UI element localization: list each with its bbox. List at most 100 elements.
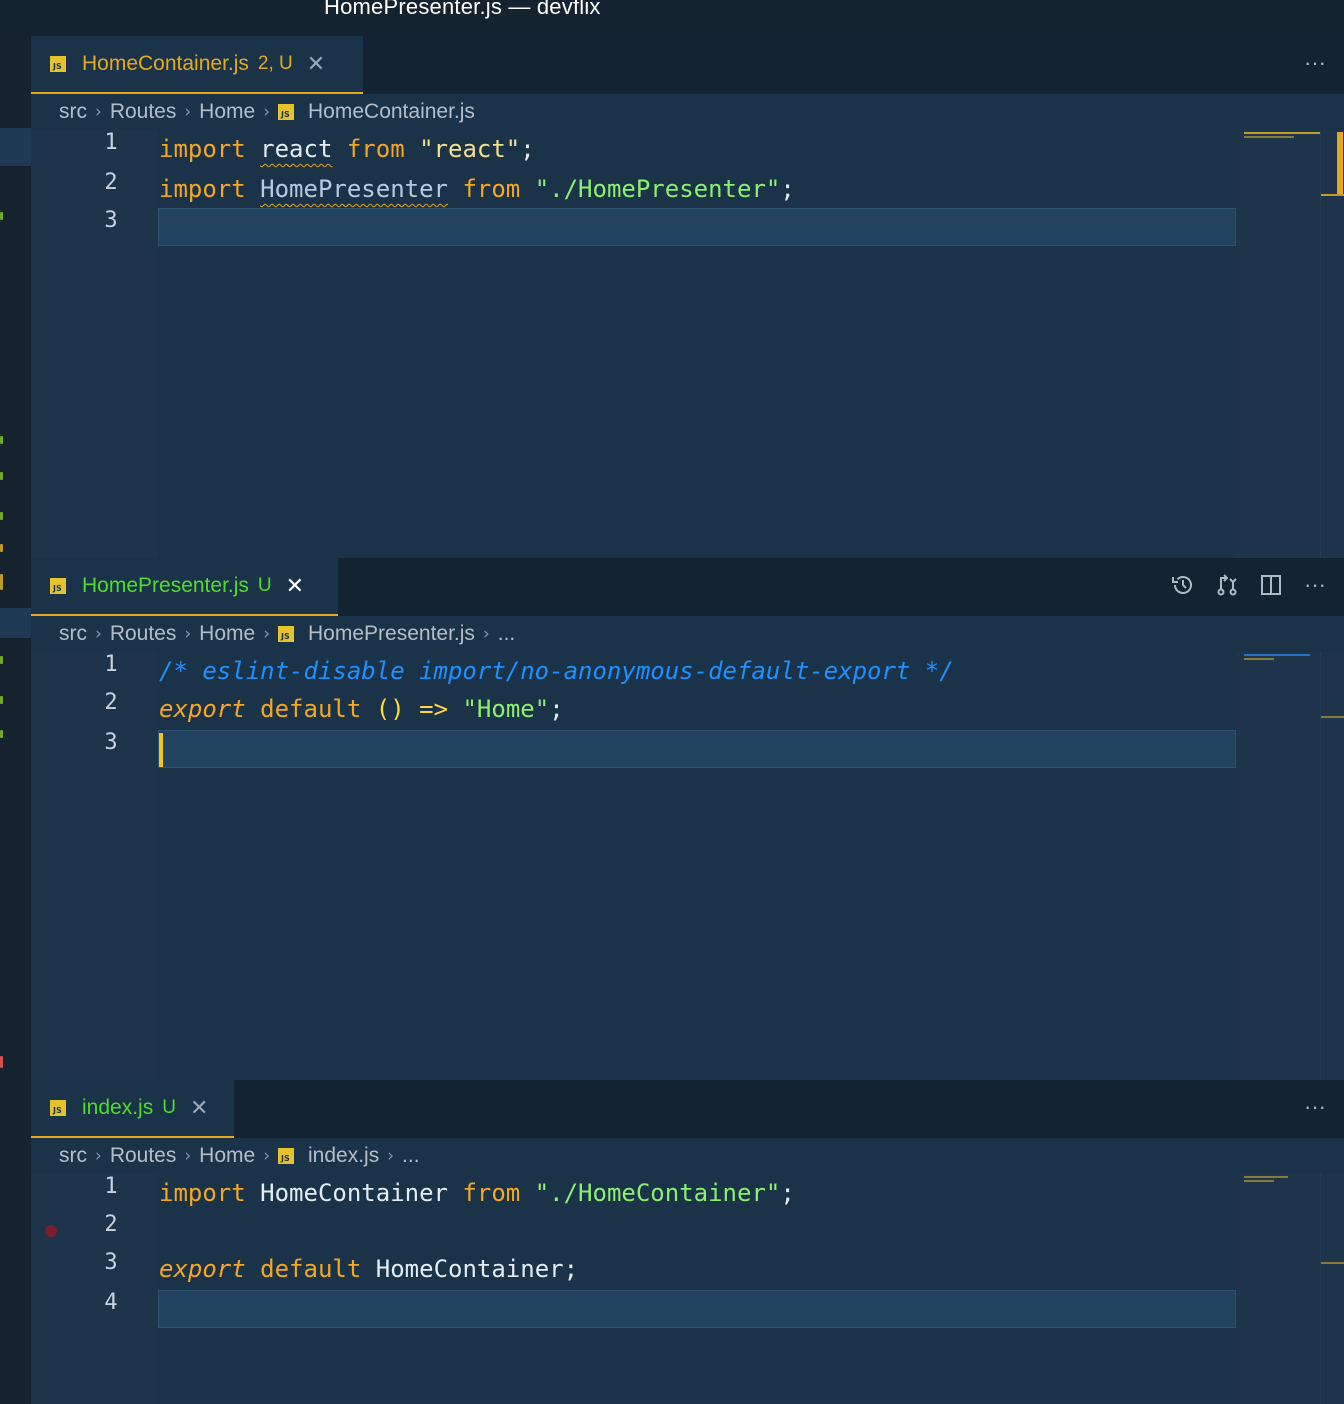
breadcrumb-symbols[interactable]: ...	[402, 1144, 420, 1168]
line-number: 2	[104, 170, 118, 195]
string-token: "Home"	[462, 695, 550, 723]
git-status-marker	[0, 730, 3, 738]
line-number: 3	[104, 1250, 118, 1275]
git-status-marker	[0, 696, 3, 704]
breadcrumb: src › Routes › Home › JS HomePresenter.j…	[31, 616, 1344, 652]
tab-homepresenter[interactable]: JS HomePresenter.js U ✕	[31, 558, 338, 616]
code-editor[interactable]: import HomeContainer from "./HomeContain…	[158, 1174, 1236, 1404]
identifier-token: HomeContainer	[375, 1255, 564, 1283]
cursor-position-marker	[1321, 716, 1344, 718]
code-line: import HomeContainer from "./HomeContain…	[158, 1174, 1236, 1212]
window-title: HomePresenter.js — devflix	[324, 0, 601, 19]
cursor-position-marker	[1321, 1262, 1344, 1264]
code-editor[interactable]: /* eslint-disable import/no-anonymous-de…	[158, 652, 1236, 1080]
breadcrumb-home[interactable]: Home	[199, 622, 255, 646]
git-status-badge: U	[257, 575, 272, 596]
more-actions-icon[interactable]: ···	[1302, 1092, 1328, 1122]
breadcrumb-routes[interactable]: Routes	[110, 1144, 177, 1168]
comment-token: /* eslint-disable import/no-anonymous-de…	[159, 657, 954, 685]
javascript-file-icon: JS	[278, 1148, 295, 1164]
punctuation-token: ;	[780, 1179, 795, 1207]
code-editor[interactable]: import react from "react"; import HomePr…	[158, 130, 1236, 558]
vertical-scrollbar[interactable]	[1320, 1174, 1344, 1404]
breadcrumb-file[interactable]: JS HomePresenter.js	[278, 622, 475, 646]
open-changes-icon[interactable]	[1214, 570, 1240, 600]
line-number-gutter: 1 2 3	[31, 652, 158, 1080]
keyword-token: default	[260, 1255, 362, 1283]
keyword-token: default	[260, 695, 362, 723]
chevron-right-icon: ›	[184, 1146, 192, 1166]
chevron-right-icon: ›	[482, 624, 490, 644]
git-status-marker	[0, 574, 3, 590]
minimap[interactable]	[1236, 1174, 1320, 1404]
chevron-right-icon: ›	[263, 624, 271, 644]
line-number: 1	[104, 1174, 118, 1199]
punctuation-token: ;	[780, 175, 795, 203]
breadcrumb-file-label: index.js	[308, 1144, 380, 1167]
vertical-scrollbar[interactable]	[1320, 652, 1344, 1080]
minimap[interactable]	[1236, 652, 1320, 1080]
keyword-token: import	[159, 135, 246, 163]
breadcrumb-src[interactable]: src	[59, 622, 87, 646]
vertical-scrollbar[interactable]	[1320, 130, 1344, 558]
editor-group-3: JS index.js U ✕ ··· src › Routes › Home …	[31, 1080, 1344, 1404]
tab-bar: JS index.js U ✕ ···	[31, 1080, 1344, 1138]
javascript-file-icon: JS	[278, 104, 295, 120]
close-icon[interactable]: ✕	[286, 574, 304, 599]
chevron-right-icon: ›	[95, 1146, 102, 1166]
minimap-line	[1244, 654, 1310, 656]
code-line: /* eslint-disable import/no-anonymous-de…	[158, 652, 1236, 690]
tab-homecontainer[interactable]: JS HomeContainer.js 2, U ✕	[31, 36, 363, 94]
git-status-marker	[0, 436, 3, 444]
code-line: export default () => "Home";	[158, 690, 1236, 728]
minimap-line	[1244, 1180, 1274, 1182]
breadcrumb: src › Routes › Home › JS index.js › ...	[31, 1138, 1344, 1174]
breadcrumb-src[interactable]: src	[59, 1144, 87, 1168]
javascript-file-icon: JS	[50, 56, 66, 72]
timeline-history-icon[interactable]	[1170, 570, 1196, 600]
chevron-right-icon: ›	[184, 624, 192, 644]
editor-actions: ···	[1170, 570, 1328, 600]
more-actions-icon[interactable]: ···	[1302, 48, 1328, 78]
breadcrumb-home[interactable]: Home	[199, 1144, 255, 1168]
breadcrumb-src[interactable]: src	[59, 100, 87, 124]
breadcrumb-home[interactable]: Home	[199, 100, 255, 124]
line-number-gutter: 1 2 3	[31, 130, 158, 558]
breadcrumb-routes[interactable]: Routes	[110, 622, 177, 646]
line-number: 3	[104, 208, 118, 233]
current-line-highlight	[158, 730, 1236, 768]
tab-index[interactable]: JS index.js U ✕	[31, 1080, 234, 1138]
code-line: import react from "react";	[158, 130, 1236, 168]
git-status-marker	[0, 472, 3, 480]
identifier-token: HomePresenter	[260, 175, 448, 203]
chevron-right-icon: ›	[95, 624, 102, 644]
line-number: 1	[104, 130, 118, 155]
breadcrumb-file[interactable]: JS index.js	[278, 1144, 379, 1168]
explorer-selection	[0, 608, 31, 638]
problems-badge: 2, U	[257, 53, 293, 74]
keyword-token: from	[462, 175, 521, 203]
minimap[interactable]	[1236, 130, 1320, 558]
breadcrumb: src › Routes › Home › JS HomeContainer.j…	[31, 94, 1344, 130]
chevron-right-icon: ›	[95, 102, 102, 122]
javascript-file-icon: JS	[50, 578, 66, 594]
tab-label: HomeContainer.js	[82, 52, 249, 75]
split-editor-icon[interactable]	[1258, 570, 1284, 600]
breadcrumb-file[interactable]: JS HomeContainer.js	[278, 100, 475, 124]
breadcrumb-routes[interactable]: Routes	[110, 100, 177, 124]
close-icon[interactable]: ✕	[190, 1096, 208, 1121]
operator-token: =>	[419, 695, 449, 723]
string-token: "./HomeContainer"	[534, 1179, 781, 1207]
breakpoint-hint-icon[interactable]	[45, 1225, 57, 1237]
breadcrumb-symbols[interactable]: ...	[498, 622, 516, 646]
more-actions-icon[interactable]: ···	[1302, 570, 1328, 600]
string-token: "react"	[419, 135, 521, 163]
close-icon[interactable]: ✕	[307, 52, 325, 77]
git-status-marker	[0, 512, 3, 520]
chevron-right-icon: ›	[263, 102, 271, 122]
string-token: "./HomePresenter"	[534, 175, 781, 203]
tab-bar: JS HomeContainer.js 2, U ✕ ···	[31, 36, 1344, 94]
line-number: 3	[104, 730, 118, 755]
tab-label: index.js	[82, 1096, 154, 1119]
tab-label: HomePresenter.js	[82, 574, 249, 597]
